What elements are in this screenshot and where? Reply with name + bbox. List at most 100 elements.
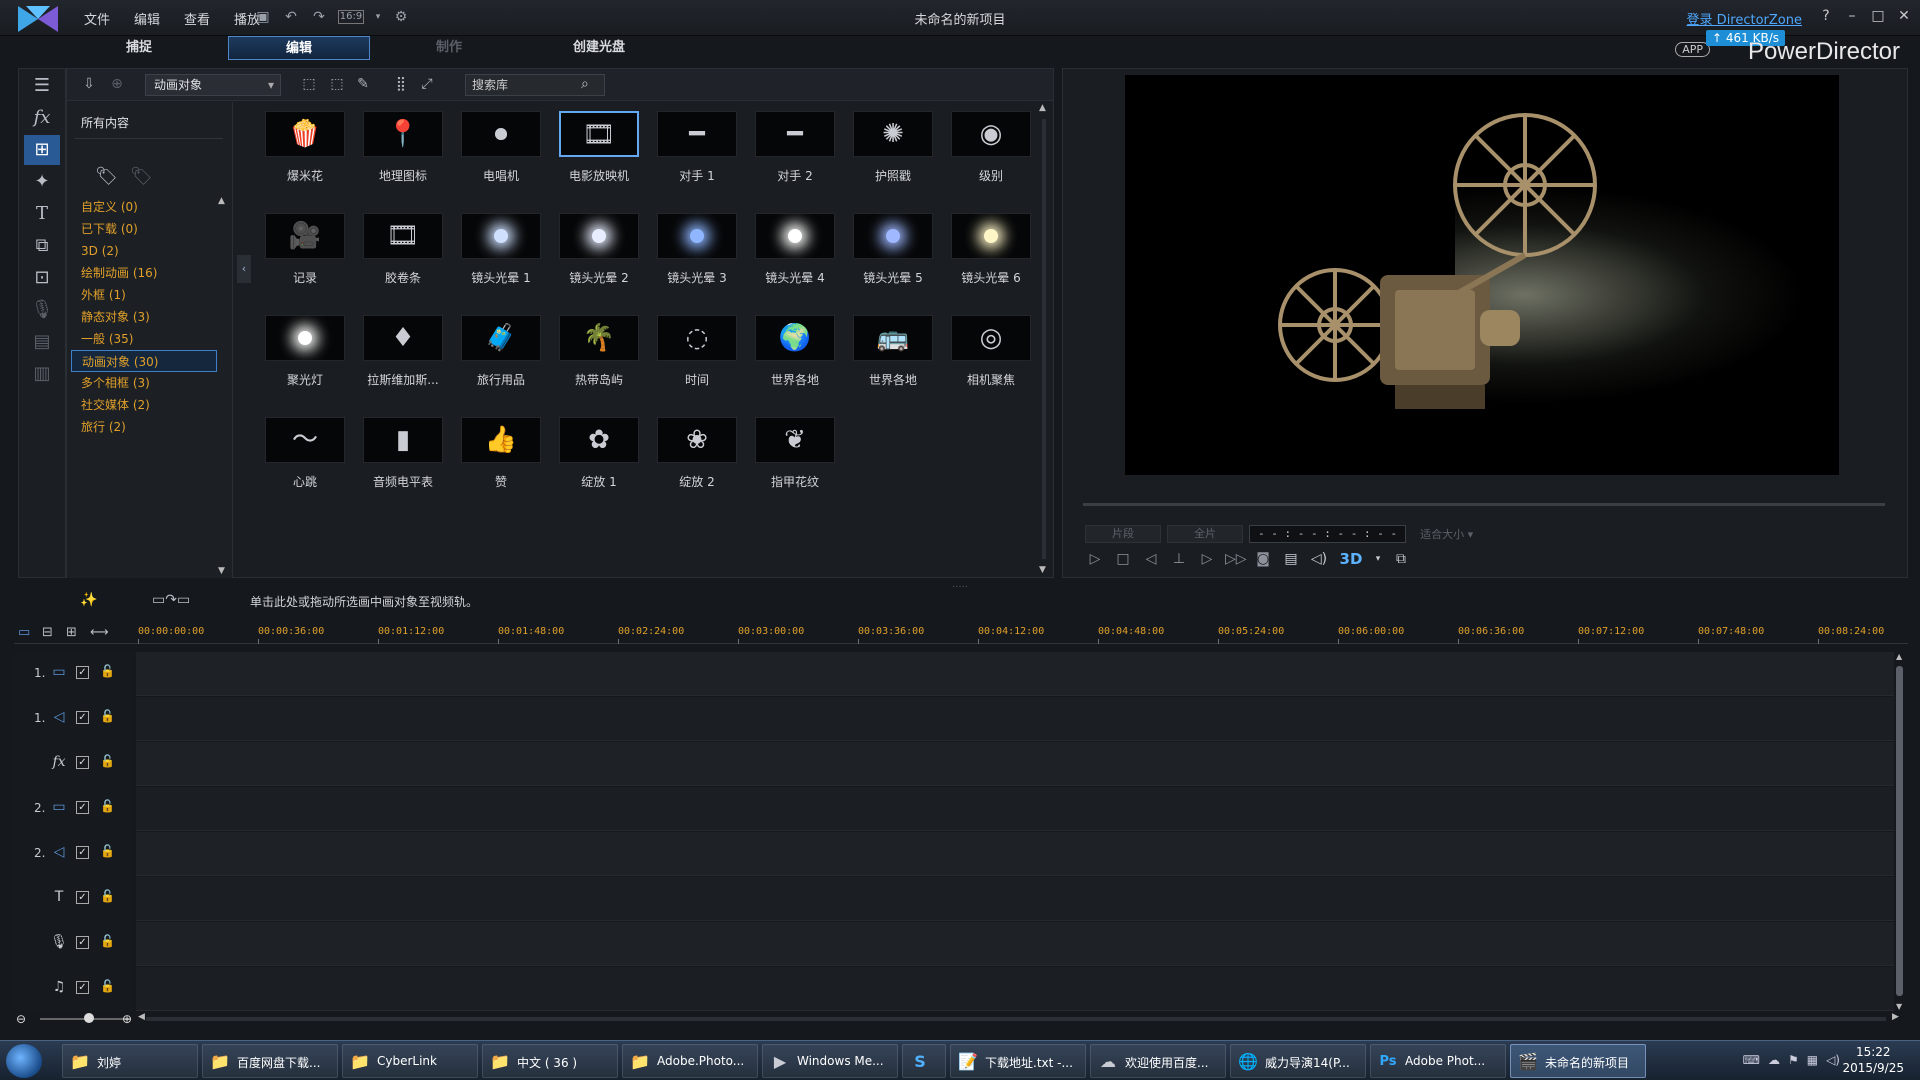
tab-produce[interactable]: 制作 <box>378 36 520 60</box>
add-track-icon[interactable]: ⊞ <box>66 625 77 640</box>
library-item[interactable]: 聚光灯 <box>257 315 353 415</box>
category-item[interactable]: 旅行 (2) <box>71 416 217 438</box>
system-clock[interactable]: 15:22 2015/9/25 <box>1842 1044 1904 1076</box>
chapter-room-icon[interactable]: ▤ <box>24 327 60 357</box>
track-lane[interactable] <box>136 742 1894 786</box>
library-item[interactable]: ━ 对手 2 <box>747 111 843 211</box>
preview-scrubber[interactable] <box>1083 503 1885 506</box>
all-content-label[interactable]: 所有内容 <box>81 114 129 131</box>
library-item[interactable]: 镜头光晕 1 <box>453 213 549 313</box>
tab-create-disc[interactable]: 创建光盘 <box>528 36 670 60</box>
category-item[interactable]: 社交媒体 (2) <box>71 394 217 416</box>
taskbar-item[interactable]: 🌐 威力导演14(P... <box>1230 1044 1366 1078</box>
brush-icon[interactable]: ✎ <box>353 76 373 94</box>
chevron-down-icon[interactable]: ▾ <box>374 8 382 26</box>
library-item[interactable]: ◎ 相机聚焦 <box>943 315 1039 415</box>
timeline-ruler[interactable]: ▭ ⊟ ⊞ ⟷ 00:00:00:00 00:00:36:00 00:01:12:0… <box>14 622 1908 644</box>
network-icon[interactable]: ▦ <box>1807 1053 1818 1067</box>
library-item[interactable]: 镜头光晕 5 <box>845 213 941 313</box>
taskbar-item[interactable]: 📁 CyberLink <box>342 1044 478 1078</box>
library-item[interactable]: 🍿 爆米花 <box>257 111 353 211</box>
aspect-ratio-button[interactable]: 16:9 <box>338 10 364 24</box>
gear-icon[interactable]: ⚙ <box>392 8 410 26</box>
title-room-icon[interactable]: T <box>24 199 60 229</box>
track-header[interactable]: 2. ◁ ✓ 🔓 <box>14 832 134 876</box>
library-item[interactable]: 镜头光晕 6 <box>943 213 1039 313</box>
lock-icon[interactable]: 🔓 <box>100 844 115 858</box>
add-tag-icon[interactable]: 🏷 <box>95 166 118 187</box>
split-icon[interactable]: ⊥ <box>1169 549 1189 569</box>
zoom-slider-handle[interactable] <box>84 1013 94 1023</box>
track-lane[interactable] <box>136 787 1894 831</box>
remove-tag-icon[interactable]: 🏷 <box>130 166 153 187</box>
magic-tools-icon[interactable]: ✨ <box>80 592 97 608</box>
stop-icon[interactable]: □ <box>1113 549 1133 569</box>
lock-icon[interactable]: 🔓 <box>100 979 115 993</box>
flag-icon[interactable]: ⚑ <box>1788 1053 1799 1067</box>
media-room-icon[interactable]: ☰ <box>24 71 60 101</box>
download-icon[interactable]: ⊕ <box>107 76 127 94</box>
previous-frame-icon[interactable]: ◁ <box>1141 549 1161 569</box>
track-header[interactable]: 🎙 ✓ 🔓 <box>14 922 134 966</box>
close-icon[interactable]: ✕ <box>1896 8 1912 24</box>
particle-room-icon[interactable]: ✦ <box>24 167 60 197</box>
zoom-in-icon[interactable]: ⊕ <box>122 1012 132 1026</box>
help-icon[interactable]: ? <box>1818 8 1834 24</box>
library-item[interactable]: ⏺ 电唱机 <box>453 111 549 211</box>
menu-view[interactable]: 查看 <box>172 9 222 28</box>
play-icon[interactable]: ▷ <box>1085 549 1105 569</box>
track-lane[interactable] <box>136 877 1894 921</box>
lock-icon[interactable]: 🔓 <box>100 889 115 903</box>
category-scrollbar[interactable]: ▲ ▼ <box>218 196 226 576</box>
library-item[interactable]: 镜头光晕 2 <box>551 213 647 313</box>
menu-edit[interactable]: 编辑 <box>122 9 172 28</box>
category-item[interactable]: 绘制动画 (16) <box>71 262 217 284</box>
save-icon[interactable]: ▣ <box>254 8 272 26</box>
taskbar-item[interactable]: 📁 百度网盘下载... <box>202 1044 338 1078</box>
timeline-vertical-scrollbar[interactable]: ▲ ▼ <box>1894 652 1906 1014</box>
voice-room-icon[interactable]: 🎙 <box>24 295 60 325</box>
lock-icon[interactable]: 🔓 <box>100 664 115 678</box>
library-item[interactable]: ❦ 指甲花纹 <box>747 417 843 517</box>
subtitle-icon[interactable]: ▤ <box>1281 549 1301 569</box>
library-item[interactable]: ❀ 绽放 2 <box>649 417 745 517</box>
zoom-out-icon[interactable]: ⊖ <box>16 1012 26 1026</box>
scroll-down-icon[interactable]: ▼ <box>1039 565 1046 575</box>
scroll-right-icon[interactable]: ▶ <box>1892 1012 1899 1022</box>
paint-designer-icon[interactable]: ⬚ <box>327 76 347 94</box>
scroll-up-icon[interactable]: ▲ <box>1896 652 1902 661</box>
keyboard-icon[interactable]: ⌨ <box>1743 1053 1760 1067</box>
search-icon[interactable]: ⌕ <box>581 76 589 92</box>
storyboard-view-icon[interactable]: ⊟ <box>42 625 53 640</box>
library-item[interactable]: ◉ 级别 <box>943 111 1039 211</box>
undo-icon[interactable]: ↶ <box>282 8 300 26</box>
fit-timeline-icon[interactable]: ⟷ <box>90 625 109 640</box>
fx-room-icon[interactable]: fx <box>24 103 60 133</box>
taskbar-item[interactable]: 📝 下载地址.txt -... <box>950 1044 1086 1078</box>
taskbar-item[interactable]: 🎬 未命名的新项目 <box>1510 1044 1646 1078</box>
collapse-panel-button[interactable]: ‹ <box>237 255 251 283</box>
redo-icon[interactable]: ↷ <box>310 8 328 26</box>
track-lane[interactable] <box>136 832 1894 876</box>
track-enable-checkbox[interactable]: ✓ <box>76 891 89 904</box>
movie-mode-button[interactable]: 全片 <box>1167 525 1243 543</box>
library-item[interactable]: ✿ 绽放 1 <box>551 417 647 517</box>
lock-icon[interactable]: 🔓 <box>100 754 115 768</box>
speaker-icon[interactable]: ◁) <box>1826 1053 1840 1067</box>
track-lane[interactable] <box>136 652 1894 696</box>
taskbar-item[interactable]: 📁 刘婷 <box>62 1044 198 1078</box>
fast-forward-icon[interactable]: ▷▷ <box>1225 549 1247 569</box>
library-item[interactable]: 🎞 电影放映机 <box>551 111 647 211</box>
scroll-thumb[interactable] <box>1896 666 1903 996</box>
clip-mode-button[interactable]: 片段 <box>1085 525 1161 543</box>
category-item[interactable]: 外框 (1) <box>71 284 217 306</box>
track-enable-checkbox[interactable]: ✓ <box>76 846 89 859</box>
track-enable-checkbox[interactable]: ✓ <box>76 756 89 769</box>
tab-capture[interactable]: 捕捉 <box>68 36 210 60</box>
track-lane[interactable] <box>136 697 1894 741</box>
next-frame-icon[interactable]: ▷ <box>1197 549 1217 569</box>
category-select[interactable]: 动画对象 ▾ <box>145 74 281 96</box>
fit-size-select[interactable]: 适合大小 ▾ <box>1412 526 1473 542</box>
library-scrollbar[interactable]: ▲ ▼ <box>1037 103 1051 577</box>
timeline-view-icon[interactable]: ▭ <box>18 625 30 640</box>
